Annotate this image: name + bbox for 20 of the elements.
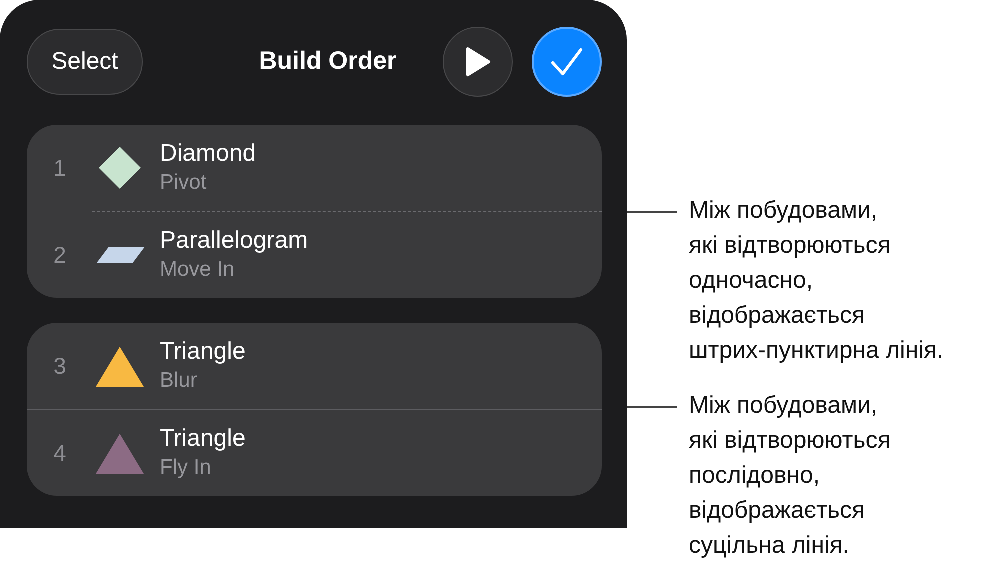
build-effect: Blur xyxy=(160,368,198,394)
build-name: Diamond xyxy=(160,139,256,169)
select-button[interactable]: Select xyxy=(27,29,143,95)
build-number: 1 xyxy=(52,154,68,183)
build-number: 4 xyxy=(52,438,68,468)
panel-title: Build Order xyxy=(258,46,398,78)
checkmark-icon xyxy=(551,48,583,76)
leader-line xyxy=(627,211,677,212)
build-effect: Move In xyxy=(160,257,236,283)
build-number: 3 xyxy=(52,352,68,381)
build-name: Triangle xyxy=(160,424,246,454)
build-name: Parallelogram xyxy=(160,226,308,256)
callout-text: Між побудовами, які відтворюються послідовно, відображається суцільна лінія. xyxy=(689,391,891,561)
leader-line xyxy=(627,406,677,408)
build-name: Triangle xyxy=(160,337,246,367)
play-icon xyxy=(465,47,491,77)
build-effect: Pivot xyxy=(160,170,208,196)
build-effect: Fly In xyxy=(160,455,212,481)
build-number: 2 xyxy=(52,240,68,270)
callout-text: Між побудовами, які відтворюються одночасно, відображається штрих-пунктирна лінія. xyxy=(689,196,944,366)
